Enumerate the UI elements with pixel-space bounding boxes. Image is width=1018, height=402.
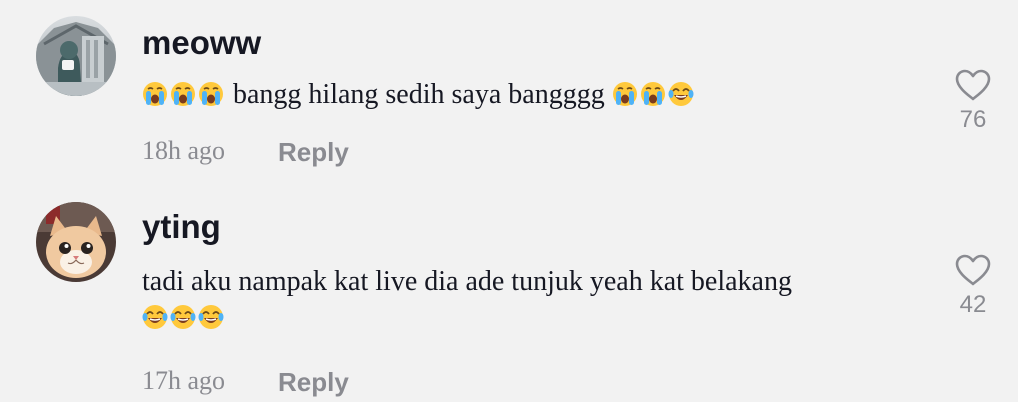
face-with-tears-of-joy-icon	[142, 304, 168, 330]
avatar[interactable]	[36, 202, 116, 282]
cat-avatar-icon	[36, 202, 116, 282]
comment-time: 18h ago	[142, 136, 226, 165]
loudly-crying-face-icon	[612, 81, 638, 107]
loudly-crying-face-icon	[640, 81, 666, 107]
face-with-tears-of-joy-icon	[170, 304, 196, 330]
like-count: 42	[959, 291, 987, 318]
avatar[interactable]	[36, 16, 116, 96]
like-button[interactable]: 42	[948, 253, 998, 317]
face-with-tears-of-joy-icon	[668, 81, 694, 107]
reply-button[interactable]: Reply	[278, 369, 349, 395]
loudly-crying-face-icon	[142, 81, 168, 107]
loudly-crying-face-icon	[198, 81, 224, 107]
like-count: 76	[959, 106, 987, 133]
comment-body: bangg hilang sedih saya bangggg	[226, 79, 612, 110]
like-button[interactable]: 76	[948, 68, 998, 132]
comment-time: 17h ago	[142, 366, 226, 395]
reply-button[interactable]: Reply	[278, 139, 349, 165]
face-with-tears-of-joy-icon	[198, 304, 224, 330]
heart-icon	[955, 69, 991, 101]
comment-text: bangg hilang sedih saya bangggg	[142, 77, 902, 113]
loudly-crying-face-icon	[170, 81, 196, 107]
comment-body: tadi aku nampak kat live dia ade tunjuk …	[142, 266, 792, 297]
avatar-photo-icon	[36, 16, 116, 96]
username[interactable]: meoww	[142, 26, 261, 59]
username[interactable]: yting	[142, 210, 221, 243]
comment-list: meoww bangg hilang sedih saya bangggg 18…	[0, 0, 1018, 402]
comment-text: tadi aku nampak kat live dia ade tunjuk …	[142, 264, 902, 336]
heart-icon	[955, 254, 991, 286]
